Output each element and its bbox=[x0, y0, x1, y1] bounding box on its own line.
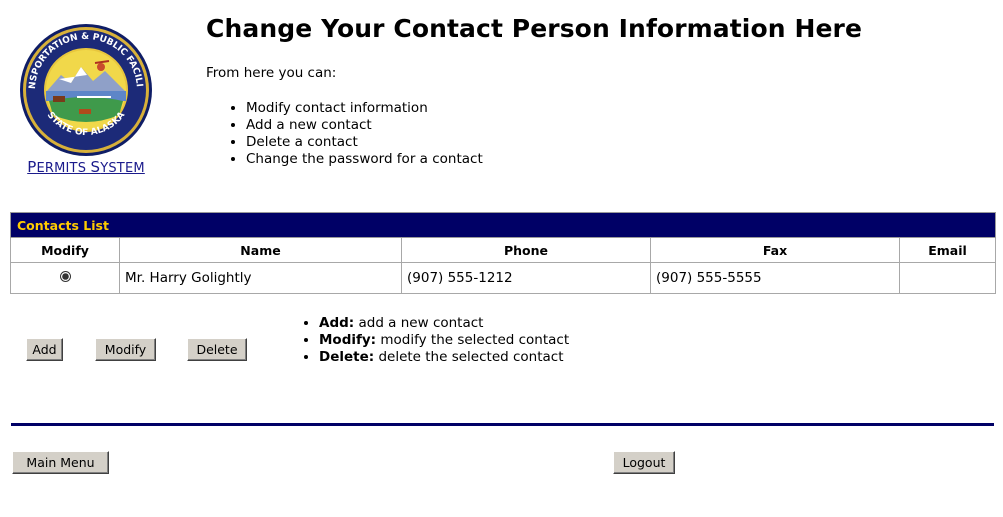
table-row: Mr. Harry Golightly (907) 555-1212 (907)… bbox=[10, 262, 996, 294]
contacts-list-caption: Contacts List bbox=[10, 212, 996, 238]
actions-help-list: Add: add a new contact Modify: modify th… bbox=[300, 315, 569, 366]
main-menu-button[interactable]: Main Menu bbox=[12, 451, 109, 474]
intro-bullet: Add a new contact bbox=[246, 117, 483, 134]
permits-system-link[interactable]: PERMITS SYSTEM bbox=[17, 158, 155, 176]
add-button[interactable]: Add bbox=[26, 338, 63, 361]
help-term: Delete: bbox=[319, 349, 375, 365]
delete-button[interactable]: Delete bbox=[187, 338, 247, 361]
intro-text: From here you can: bbox=[206, 65, 337, 81]
help-desc: delete the selected contact bbox=[374, 349, 564, 365]
modify-button[interactable]: Modify bbox=[95, 338, 156, 361]
state-seal-icon: TRANSPORTATION & PUBLIC FACILITIES STATE… bbox=[19, 23, 152, 156]
modify-cell bbox=[10, 262, 120, 294]
intro-bullet: Delete a contact bbox=[246, 134, 483, 151]
help-item-modify: Modify: modify the selected contact bbox=[319, 332, 569, 349]
intro-bullet: Change the password for a contact bbox=[246, 151, 483, 168]
logout-button[interactable]: Logout bbox=[613, 451, 675, 474]
column-header-email: Email bbox=[899, 237, 996, 263]
table-header-row: Modify Name Phone Fax Email bbox=[10, 237, 996, 263]
help-item-delete: Delete: delete the selected contact bbox=[319, 349, 569, 366]
column-header-fax: Fax bbox=[650, 237, 900, 263]
contacts-table: Contacts List Modify Name Phone Fax Emai… bbox=[10, 212, 996, 294]
contact-email-cell bbox=[899, 262, 996, 294]
help-item-add: Add: add a new contact bbox=[319, 315, 569, 332]
column-header-modify: Modify bbox=[10, 237, 120, 263]
help-desc: modify the selected contact bbox=[376, 332, 570, 348]
section-divider bbox=[11, 423, 994, 426]
column-header-phone: Phone bbox=[401, 237, 651, 263]
contact-phone-cell: (907) 555-1212 bbox=[401, 262, 651, 294]
help-term: Modify: bbox=[319, 332, 377, 348]
contact-select-radio[interactable] bbox=[59, 271, 71, 282]
contact-name-cell: Mr. Harry Golightly bbox=[119, 262, 402, 294]
help-term: Add: bbox=[319, 315, 355, 331]
dot-pf-logo[interactable]: TRANSPORTATION & PUBLIC FACILITIES STATE… bbox=[17, 23, 155, 176]
contact-fax-cell: (907) 555-5555 bbox=[650, 262, 900, 294]
column-header-name: Name bbox=[119, 237, 402, 263]
page-title: Change Your Contact Person Information H… bbox=[206, 14, 863, 43]
help-desc: add a new contact bbox=[354, 315, 484, 331]
intro-bullet: Modify contact information bbox=[246, 100, 483, 117]
intro-bullet-list: Modify contact information Add a new con… bbox=[226, 100, 483, 168]
